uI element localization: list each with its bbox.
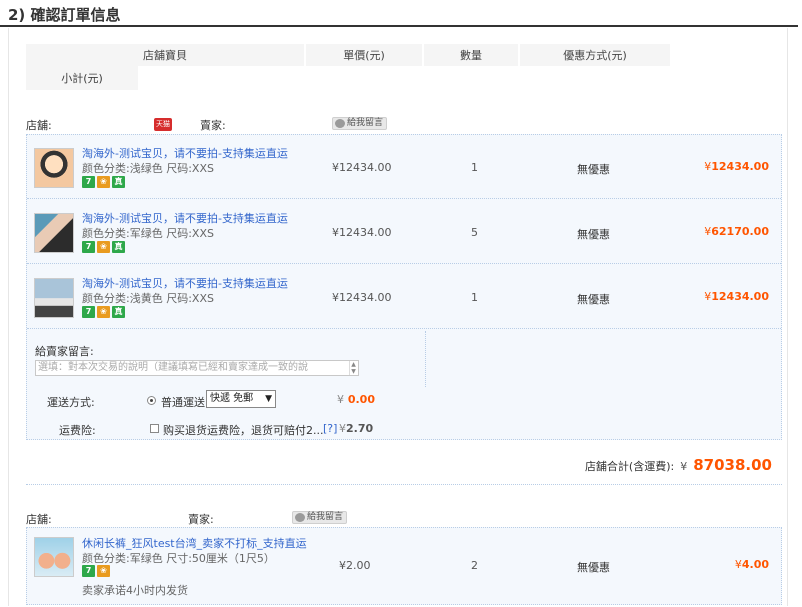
insurance-help-link[interactable]: [?] <box>323 422 337 435</box>
quantity: 5 <box>471 226 478 239</box>
item-subtotal: ¥12434.00 <box>704 160 769 173</box>
header-item: 店舖寶貝 <box>26 44 304 66</box>
spinner-icon[interactable]: ▲ ▼ <box>349 361 357 375</box>
divider <box>425 331 426 387</box>
cart-item: 休闲长裤_狂风test台湾_卖家不打标_支持直运 颜色分类:军绿色 尺寸:50厘… <box>27 528 781 604</box>
header-price: 單價(元) <box>306 44 422 66</box>
order-options: 給賣家留言: 選填：對本次交易的說明（建議填寫已經和賣家達成一致的說 ▲ ▼ 運送方… <box>27 331 781 441</box>
flower-icon: ❀ <box>97 565 110 577</box>
shop-total-amount: 87038.00 <box>693 456 772 474</box>
quantity: 1 <box>471 161 478 174</box>
tmall-icon: 天猫 <box>154 118 172 131</box>
header-promo: 優惠方式(元) <box>520 44 670 66</box>
item-subtotal: ¥12434.00 <box>704 290 769 303</box>
shop-separator <box>26 484 782 485</box>
product-thumbnail[interactable] <box>34 148 74 188</box>
chat-icon <box>295 513 305 522</box>
buyer-message-input[interactable]: 選填：對本次交易的說明（建議填寫已經和賣家達成一致的說 ▲ ▼ <box>35 360 359 376</box>
shipping-select[interactable]: 快遞 免郵 ▼ <box>206 390 276 408</box>
quantity: 1 <box>471 291 478 304</box>
product-title-link[interactable]: 淘海外-测试宝贝，请不要拍-支持集运直运 <box>82 145 288 161</box>
insurance-text: 购买退货运费险，退货可赔付2... <box>163 424 324 437</box>
shop-label: 店舖: <box>26 119 52 132</box>
authentic-icon: 真 <box>112 241 125 253</box>
unit-price: ¥12434.00 <box>332 291 392 304</box>
item-subtotal: ¥62170.00 <box>704 225 769 238</box>
flower-icon: ❀ <box>97 176 110 188</box>
title-rule <box>0 25 798 27</box>
header-subtotal: 小計(元) <box>26 66 138 90</box>
header-qty: 數量 <box>424 44 518 66</box>
product-spec: 颜色分类:军绿色 尺码:XXS <box>82 227 214 240</box>
product-title-link[interactable]: 淘海外-测试宝贝，请不要拍-支持集运直运 <box>82 275 288 291</box>
product-title-link[interactable]: 休闲长裤_狂风test台湾_卖家不打标_支持直运 <box>82 535 307 551</box>
insurance-fee: ¥2.70 <box>339 422 374 435</box>
seven-day-return-icon: 7 <box>82 565 95 577</box>
order-confirm-page: 2) 確認訂單信息 店舖寶貝 單價(元) 數量 優惠方式(元) 小計(元) 店舖… <box>0 0 802 607</box>
promo-text: 無優惠 <box>577 228 610 241</box>
seller-label: 賣家: <box>200 119 226 132</box>
promo-text: 無優惠 <box>577 561 610 574</box>
shop-total-label: 店舖合計(含運費): <box>584 460 675 473</box>
shipping-option-label: 普通運送 <box>161 396 205 409</box>
authentic-icon: 真 <box>112 176 125 188</box>
unit-price: ¥12434.00 <box>332 226 392 239</box>
service-badges: 7 ❀ 真 <box>82 306 125 318</box>
shipping-label: 運送方式: <box>47 396 95 409</box>
cart-item: 淘海外-测试宝贝，请不要拍-支持集运直运 颜色分类:军绿色 尺码:XXS 7 ❀… <box>27 200 781 264</box>
promo-text: 無優惠 <box>577 293 610 306</box>
seven-day-return-icon: 7 <box>82 176 95 188</box>
order-box-shop-2: 休闲长裤_狂风test台湾_卖家不打标_支持直运 颜色分类:军绿色 尺寸:50厘… <box>26 527 782 605</box>
product-title-link[interactable]: 淘海外-测试宝贝，请不要拍-支持集运直运 <box>82 210 288 226</box>
product-spec: 颜色分类:军绿色 尺寸:50厘米（1尺5） <box>82 552 275 565</box>
shop-total: 店舖合計(含運費): ¥ 87038.00 <box>584 456 772 474</box>
seller-label: 賣家: <box>188 513 214 526</box>
product-thumbnail[interactable] <box>34 278 74 318</box>
shipping-radio[interactable] <box>147 396 156 405</box>
message-seller-button[interactable]: 給我留言 <box>332 117 388 130</box>
flower-icon: ❀ <box>97 241 110 253</box>
shipping-fee: ¥ 0.00 <box>337 393 375 406</box>
product-thumbnail[interactable] <box>34 537 74 577</box>
seven-day-return-icon: 7 <box>82 241 95 253</box>
order-box-shop-1: 淘海外-测试宝贝，请不要拍-支持集运直运 颜色分类:浅绿色 尺码:XXS 7 ❀… <box>26 134 782 440</box>
chevron-down-icon: ▼ <box>265 394 272 404</box>
shop-label: 店舖: <box>26 513 52 526</box>
flower-icon: ❀ <box>97 306 110 318</box>
chat-icon <box>335 119 345 128</box>
seven-day-return-icon: 7 <box>82 306 95 318</box>
shop-header: 店舖: 天猫 賣家: 給我留言 <box>26 117 426 133</box>
cart-item: 淘海外-测试宝贝，请不要拍-支持集运直运 颜色分类:浅黄色 尺码:XXS 7 ❀… <box>27 265 781 329</box>
product-spec: 颜色分类:浅黄色 尺码:XXS <box>82 292 214 305</box>
promo-text: 無優惠 <box>577 163 610 176</box>
cart-item: 淘海外-测试宝贝，请不要拍-支持集运直运 颜色分类:浅绿色 尺码:XXS 7 ❀… <box>27 135 781 199</box>
service-badges: 7 ❀ 真 <box>82 241 125 253</box>
service-badges: 7 ❀ <box>82 565 110 577</box>
unit-price: ¥12434.00 <box>332 161 392 174</box>
delivery-promise: 卖家承诺4小时内发货 <box>82 584 188 597</box>
shop-header: 店舖: 賣家: 給我留言 <box>26 511 426 527</box>
message-seller-button[interactable]: 給我留言 <box>292 511 348 524</box>
insurance-label: 运费险: <box>59 424 96 437</box>
item-subtotal: ¥4.00 <box>734 558 769 571</box>
quantity: 2 <box>471 559 478 572</box>
buyer-message-label: 給賣家留言: <box>35 345 94 358</box>
service-badges: 7 ❀ 真 <box>82 176 125 188</box>
section-title: 2) 確認訂單信息 <box>8 6 121 24</box>
authentic-icon: 真 <box>112 306 125 318</box>
product-spec: 颜色分类:浅绿色 尺码:XXS <box>82 162 214 175</box>
unit-price: ¥2.00 <box>339 559 371 572</box>
product-thumbnail[interactable] <box>34 213 74 253</box>
insurance-checkbox[interactable] <box>150 424 159 433</box>
